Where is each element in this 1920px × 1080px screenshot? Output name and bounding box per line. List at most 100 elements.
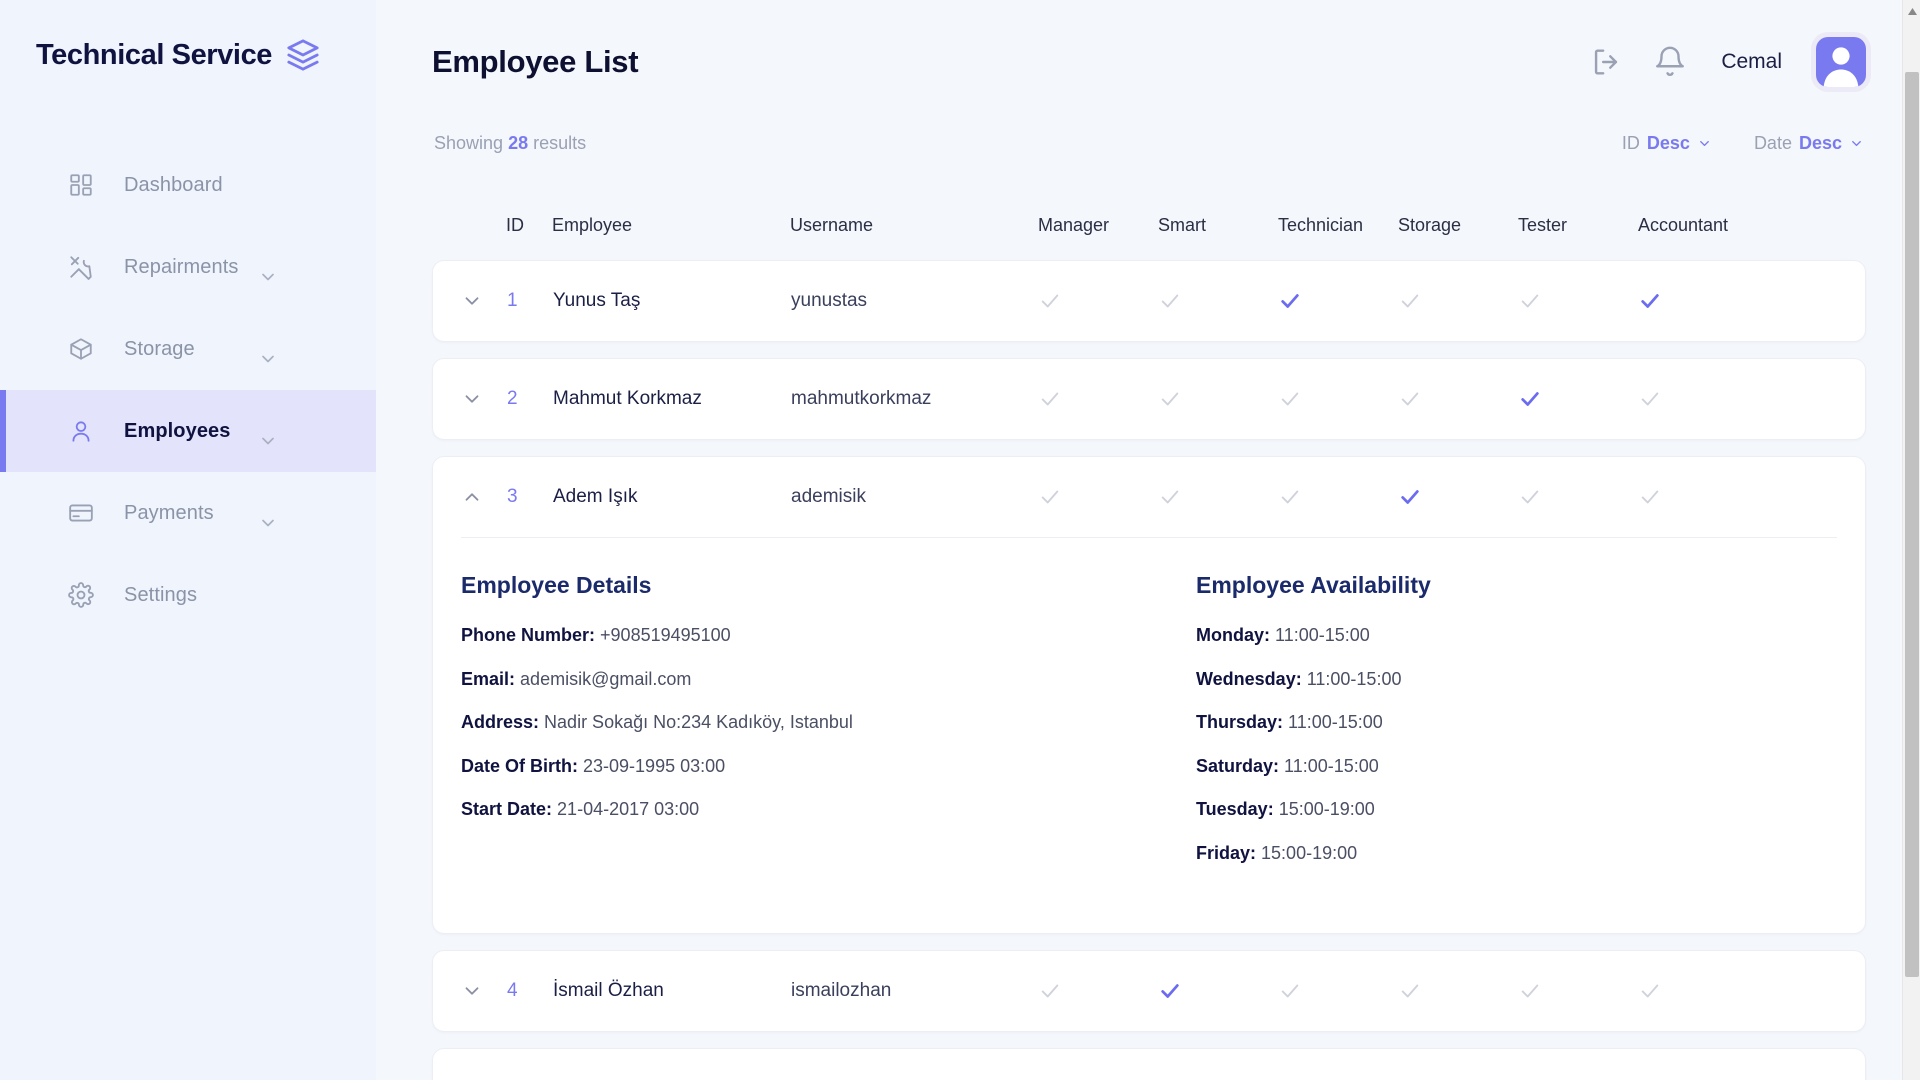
role-cell-smart[interactable] [1159,486,1279,508]
role-cell-smart[interactable] [1159,388,1279,410]
detail-field-value: ademisik@gmail.com [520,669,691,689]
detail-field-label: Phone Number: [461,625,595,645]
scrollbar-thumb[interactable] [1905,72,1919,977]
gear-icon [68,582,124,608]
role-cell-tester[interactable] [1519,388,1639,410]
header-role-technician: Technician [1278,215,1398,236]
sidebar-item-dashboard[interactable]: Dashboard [0,144,376,226]
role-cell-accountant[interactable] [1639,980,1759,1002]
chevron-down-icon[interactable] [1849,136,1864,151]
detail-field: Start Date: 21-04-2017 03:00 [461,799,1102,821]
chevron-down-icon[interactable] [461,290,507,312]
row-expand-toggle[interactable] [461,388,507,410]
chevron-down-icon[interactable] [1697,136,1712,151]
row-summary[interactable]: 4İsmail Özhanismailozhan [433,951,1865,1031]
tools-icon [68,254,124,280]
chevron-down-icon[interactable] [461,388,507,410]
topbar: Employee List Cemal [432,0,1866,120]
main-content: Employee List Cemal [376,0,1920,1080]
bell-icon[interactable] [1653,45,1687,79]
sort-date[interactable]: DateDesc [1754,133,1864,154]
brand-title: Technical Service [36,39,272,72]
row-roles [1039,486,1759,508]
role-cell-technician[interactable] [1279,388,1399,410]
check-inactive-icon [1039,486,1159,508]
page-title: Employee List [432,44,638,80]
role-cell-tester[interactable] [1519,290,1639,312]
employee-details-heading: Employee Details [461,572,1102,599]
logout-icon[interactable] [1589,45,1623,79]
role-cell-accountant[interactable] [1639,290,1759,312]
role-cell-tester[interactable] [1519,486,1639,508]
sidebar-item-label: Dashboard [124,174,223,197]
role-cell-technician[interactable] [1279,980,1399,1002]
role-cell-storage[interactable] [1399,486,1519,508]
page-scrollbar[interactable] [1902,0,1920,1080]
brand[interactable]: Technical Service [0,38,376,72]
check-inactive-icon [1159,388,1279,410]
role-cell-manager[interactable] [1039,388,1159,410]
sidebar-item-settings[interactable]: Settings [0,554,376,636]
row-employee-name: İsmail Özhan [553,980,791,1002]
sidebar-item-payments[interactable]: Payments [0,472,376,554]
role-cell-storage[interactable] [1399,980,1519,1002]
row-summary[interactable]: 5Cemal Aksoycemalaksoy [433,1049,1865,1080]
row-roles [1039,290,1759,312]
row-id: 1 [507,290,553,312]
chevron-up-icon[interactable] [461,486,507,508]
scroll-up-arrow-icon[interactable] [1903,0,1920,22]
detail-field-label: Date Of Birth: [461,756,578,776]
row-roles [1039,388,1759,410]
sort-label: Date [1754,133,1792,154]
row-summary[interactable]: 2Mahmut Korkmazmahmutkorkmaz [433,359,1865,439]
sidebar: Technical Service Dashboard RepairmentsSt… [0,0,376,1080]
results-count: Showing 28 results [434,133,586,154]
role-cell-manager[interactable] [1039,486,1159,508]
sidebar-item-storage[interactable]: Storage [0,308,376,390]
row-expand-toggle[interactable] [461,486,507,508]
check-active-icon [1519,388,1639,410]
credit-card-icon [68,500,124,526]
role-cell-technician[interactable] [1279,290,1399,312]
role-cell-tester[interactable] [1519,980,1639,1002]
table-header: ID Employee Username ManagerSmartTechnic… [432,190,1866,260]
row-summary[interactable]: 3Adem Işıkademisik [433,457,1865,537]
check-inactive-icon [1519,290,1639,312]
role-cell-smart[interactable] [1159,980,1279,1002]
sort-id[interactable]: IDDesc [1622,133,1712,154]
row-expand-toggle[interactable] [461,980,507,1002]
role-cell-storage[interactable] [1399,388,1519,410]
role-cell-manager[interactable] [1039,980,1159,1002]
availability-field: Monday: 11:00-15:00 [1196,625,1837,647]
user-name: Cemal [1721,50,1782,74]
sort-value: Desc [1647,133,1690,154]
role-cell-manager[interactable] [1039,290,1159,312]
detail-field: Date Of Birth: 23-09-1995 03:00 [461,756,1102,778]
availability-field: Saturday: 11:00-15:00 [1196,756,1837,778]
role-cell-technician[interactable] [1279,486,1399,508]
sidebar-item-repairments[interactable]: Repairments [0,226,376,308]
header-employee: Employee [552,215,790,236]
role-cell-smart[interactable] [1159,290,1279,312]
avatar[interactable] [1816,37,1866,87]
availability-day: Wednesday: [1196,669,1302,689]
check-inactive-icon [1399,388,1519,410]
header-role-accountant: Accountant [1638,215,1758,236]
detail-field-value: 23-09-1995 03:00 [583,756,725,776]
chevron-down-icon[interactable] [461,980,507,1002]
role-cell-storage[interactable] [1399,290,1519,312]
table-row: 5Cemal Aksoycemalaksoy [432,1048,1866,1080]
results-count-value: 28 [508,133,528,153]
availability-day: Tuesday: [1196,799,1274,819]
availability-hours: 15:00-19:00 [1279,799,1375,819]
role-cell-accountant[interactable] [1639,486,1759,508]
header-role-storage: Storage [1398,215,1518,236]
table-row: 4İsmail Özhanismailozhan [432,950,1866,1032]
sort-controls: IDDescDateDesc [1622,133,1864,154]
row-id: 3 [507,486,553,508]
sidebar-item-employees[interactable]: Employees [0,390,376,472]
row-summary[interactable]: 1Yunus Taşyunustas [433,261,1865,341]
row-expand-toggle[interactable] [461,290,507,312]
role-cell-accountant[interactable] [1639,388,1759,410]
dashboard-grid-icon [68,172,124,198]
